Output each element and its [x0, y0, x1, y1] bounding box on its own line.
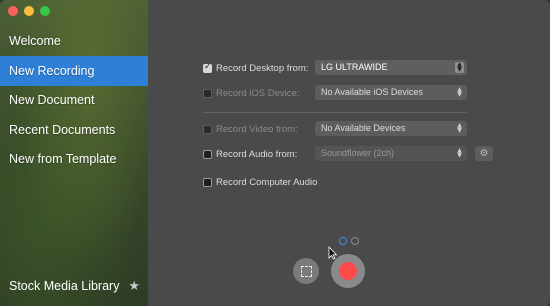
record-audio-row: Record Audio from:: [203, 146, 297, 162]
record-audio-checkbox[interactable]: [203, 149, 212, 159]
sidebar-item-recent-documents[interactable]: Recent Documents: [0, 115, 148, 145]
dashed-selection-icon: [300, 265, 312, 277]
audio-source-select[interactable]: Soundflower (2ch) ▲ ▼: [315, 146, 467, 161]
record-ios-row: Record iOS Device:: [203, 85, 299, 101]
video-source-select[interactable]: No Available Devices ▲ ▼: [315, 121, 467, 136]
star-icon[interactable]: ★: [128, 272, 140, 300]
sidebar: Welcome New Recording New Document Recen…: [0, 0, 148, 306]
window-controls: [8, 6, 50, 16]
record-video-label: Record Video from:: [216, 123, 298, 135]
page-dot-2[interactable]: [351, 237, 359, 245]
app-window: Welcome New Recording New Document Recen…: [0, 0, 550, 306]
record-computer-audio-row: Record Computer Audio: [203, 174, 317, 190]
close-window-button[interactable]: [8, 6, 18, 16]
record-desktop-row: Record Desktop from:: [203, 60, 308, 76]
audio-settings-gear-icon[interactable]: ⚙: [475, 146, 493, 161]
stock-media-library-label: Stock Media Library: [9, 279, 120, 293]
video-source-value: No Available Devices: [321, 123, 406, 133]
options-divider: [203, 112, 467, 113]
zoom-window-button[interactable]: [40, 6, 50, 16]
select-area-button[interactable]: [293, 258, 319, 284]
record-video-row: Record Video from:: [203, 121, 298, 137]
chevron-updown-icon: ▲ ▼: [457, 122, 462, 134]
record-audio-label: Record Audio from:: [216, 148, 298, 160]
chevron-updown-icon: ▲ ▼: [455, 62, 464, 73]
page-dot-1[interactable]: [339, 237, 347, 245]
chevron-updown-icon: ▲ ▼: [457, 147, 462, 159]
record-desktop-label: Record Desktop from:: [216, 62, 309, 74]
sidebar-item-new-document[interactable]: New Document: [0, 85, 148, 115]
record-ios-label: Record iOS Device:: [216, 87, 300, 99]
mouse-pointer-icon: [328, 246, 338, 260]
desktop-source-select[interactable]: LG ULTRAWIDE ▲ ▼: [315, 60, 467, 75]
sidebar-item-welcome[interactable]: Welcome: [0, 26, 148, 56]
record-video-checkbox[interactable]: [203, 124, 212, 134]
desktop-source-value: LG ULTRAWIDE: [321, 62, 388, 72]
record-computer-audio-label: Record Computer Audio: [216, 176, 318, 188]
minimize-window-button[interactable]: [24, 6, 34, 16]
stock-media-library[interactable]: Stock Media Library ★: [0, 272, 148, 300]
record-computer-audio-checkbox[interactable]: [203, 177, 212, 187]
chevron-updown-icon: ▲ ▼: [457, 86, 462, 98]
record-desktop-checkbox[interactable]: [203, 62, 212, 73]
record-ios-checkbox[interactable]: [203, 88, 212, 98]
page-indicator: [339, 237, 359, 245]
sidebar-item-new-from-template[interactable]: New from Template: [0, 144, 148, 174]
ios-device-value: No Available iOS Devices: [321, 87, 423, 97]
recording-options-panel: Record Desktop from: LG ULTRAWIDE ▲▼ Rec…: [148, 0, 550, 306]
record-icon: [339, 262, 357, 280]
audio-source-value: Soundflower (2ch): [321, 148, 395, 158]
sidebar-item-new-recording[interactable]: New Recording: [0, 56, 148, 86]
ios-device-select[interactable]: No Available iOS Devices ▲ ▼: [315, 85, 467, 100]
